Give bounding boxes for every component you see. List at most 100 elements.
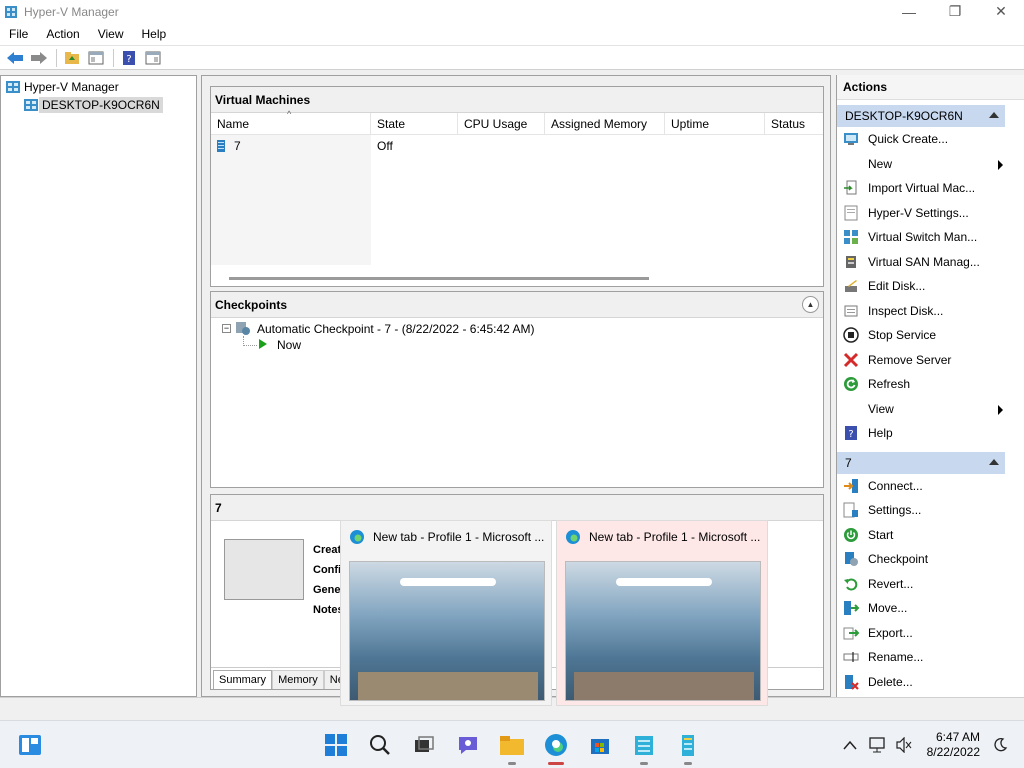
hyperv-taskbar-button[interactable] (630, 731, 658, 759)
column-uptime[interactable]: Uptime (665, 113, 765, 134)
actions-group-vm[interactable]: 7 (837, 451, 1005, 474)
store-button[interactable] (586, 731, 614, 759)
start-button[interactable] (322, 731, 350, 759)
action-revert[interactable]: Revert... (837, 572, 1005, 597)
field-generation: Gene (313, 584, 341, 596)
menu-action[interactable]: Action (37, 27, 88, 41)
action-edit-disk[interactable]: Edit Disk... (837, 274, 1005, 299)
checkpoint-tree: − Automatic Checkpoint - 7 - (8/22/2022 … (211, 318, 823, 378)
menu-bar: File Action View Help (0, 23, 1024, 45)
column-assigned-memory[interactable]: Assigned Memory (545, 113, 665, 134)
now-label[interactable]: Now (277, 338, 301, 352)
checkpoint-label[interactable]: Automatic Checkpoint - 7 - (8/22/2022 - … (257, 322, 534, 336)
help-toolbar-button[interactable]: ? (118, 48, 140, 68)
column-state[interactable]: State (371, 113, 458, 134)
group-label: DESKTOP-K9OCR6N (845, 109, 963, 123)
widgets-button[interactable] (16, 731, 44, 759)
action-help[interactable]: ? Help (837, 421, 1005, 446)
action-export[interactable]: Export... (837, 621, 1005, 646)
action-virtual-switch-man[interactable]: Virtual Switch Man... (837, 225, 1005, 250)
menu-help[interactable]: Help (133, 27, 176, 41)
action-remove-server[interactable]: Remove Server (837, 348, 1005, 373)
remove-icon (843, 352, 859, 368)
file-explorer-button[interactable] (498, 731, 526, 759)
minimize-button[interactable]: — (886, 0, 932, 23)
tab-memory[interactable]: Memory (272, 670, 324, 689)
forward-button[interactable] (28, 48, 50, 68)
tree-item-hyperv-manager[interactable]: Hyper-V Manager (5, 78, 122, 96)
action-move[interactable]: Move... (837, 596, 1005, 621)
horizontal-scrollbar[interactable] (229, 277, 649, 280)
tree-collapse-icon[interactable]: − (222, 324, 231, 333)
collapse-caret-icon[interactable] (989, 112, 999, 118)
action-virtual-san-manag[interactable]: Virtual SAN Manag... (837, 250, 1005, 275)
inspect-disk-icon (843, 303, 859, 319)
menu-view[interactable]: View (89, 27, 133, 41)
vm-actions-list: Connect... Settings... Start Checkpoint Reve… (837, 474, 1024, 695)
window-title: Hyper-V Manager (24, 4, 119, 19)
action-rename[interactable]: Rename... (837, 645, 1005, 670)
column-status[interactable]: Status (765, 113, 823, 134)
action-import-virtual-mac[interactable]: Import Virtual Mac... (837, 176, 1005, 201)
table-row[interactable]: 7 Off (211, 137, 823, 155)
checkpoint-icon (843, 551, 859, 567)
column-cpu-usage[interactable]: CPU Usage (458, 113, 545, 134)
action-view[interactable]: View (837, 397, 1005, 422)
forward-arrow-icon (31, 51, 47, 64)
network-button[interactable] (864, 731, 892, 759)
preview-title-row: New tab - Profile 1 - Microsoft ... (565, 529, 761, 545)
actions-group-server[interactable]: DESKTOP-K9OCR6N (837, 105, 1005, 127)
checkpoint-icon (236, 322, 250, 335)
menu-file[interactable]: File (0, 27, 37, 41)
action-stop-service[interactable]: Stop Service (837, 323, 1005, 348)
action-label: Edit Disk... (868, 279, 926, 294)
action-start[interactable]: Start (837, 523, 1005, 548)
close-button[interactable]: ✕ (978, 0, 1024, 23)
action-label: Start (868, 527, 894, 542)
action-hyper-v-settings[interactable]: Hyper-V Settings... (837, 201, 1005, 226)
action-label: Quick Create... (868, 132, 949, 147)
notifications-button[interactable] (986, 731, 1014, 759)
collapse-caret-icon[interactable] (989, 458, 999, 465)
column-headers: Name ^ State CPU Usage Assigned Memory U… (211, 109, 823, 135)
vm-list[interactable]: Name ^ State CPU Usage Assigned Memory U… (211, 109, 823, 288)
action-label: Refresh (868, 377, 911, 392)
active-indicator (548, 762, 564, 765)
action-settings[interactable]: Settings... (837, 498, 1005, 523)
taskbar-preview-2[interactable]: New tab - Profile 1 - Microsoft ... (556, 520, 768, 706)
tab-summary[interactable]: Summary (213, 670, 273, 689)
action-connect[interactable]: Connect... (837, 474, 1005, 499)
action-label: Remove Server (868, 352, 952, 367)
search-button[interactable] (366, 731, 394, 759)
action-delete[interactable]: Delete... (837, 670, 1005, 695)
edge-icon (545, 734, 567, 756)
action-inspect-disk[interactable]: Inspect Disk... (837, 299, 1005, 324)
show-hide-tree-button[interactable] (85, 48, 107, 68)
toolbar-separator (113, 48, 114, 67)
chat-button[interactable] (454, 731, 482, 759)
field-config: Confi (313, 564, 342, 576)
back-button[interactable] (4, 48, 26, 68)
action-new[interactable]: New (837, 152, 1005, 177)
edge-taskbar-button[interactable] (542, 731, 570, 759)
action-quick-create[interactable]: Quick Create... (837, 127, 1005, 152)
collapse-button[interactable]: ▲ (802, 296, 819, 313)
volume-button[interactable] (890, 731, 918, 759)
show-hide-action-pane-button[interactable] (142, 48, 164, 68)
column-name[interactable]: Name ^ (211, 109, 371, 134)
taskbar-preview-1[interactable]: New tab - Profile 1 - Microsoft ... (340, 520, 552, 706)
clock[interactable]: 6:47 AM 8/22/2022 (927, 730, 980, 760)
vm-connect-taskbar-button[interactable] (674, 731, 702, 759)
server-icon (24, 99, 38, 111)
maximize-button[interactable]: ❐ (932, 0, 978, 23)
action-label: Virtual Switch Man... (868, 230, 978, 245)
action-refresh[interactable]: Refresh (837, 372, 1005, 397)
task-view-button[interactable] (410, 731, 438, 759)
tree-item-server[interactable]: DESKTOP-K9OCR6N (23, 96, 163, 114)
action-checkpoint[interactable]: Checkpoint (837, 547, 1005, 572)
search-icon (370, 735, 390, 755)
show-hidden-icons-button[interactable] (836, 731, 864, 759)
action-label: Connect... (868, 478, 923, 493)
hyperv-icon (635, 736, 653, 755)
up-folder-button[interactable] (61, 48, 83, 68)
